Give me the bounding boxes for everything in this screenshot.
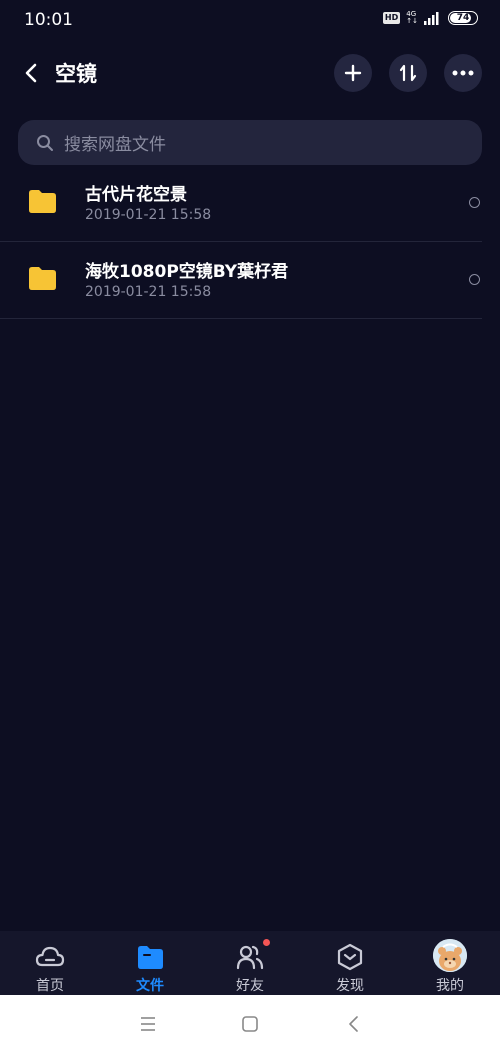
more-icon [452, 70, 474, 76]
file-row[interactable]: 古代片花空景 2019-01-21 15:58 [0, 165, 482, 242]
tab-label: 好友 [236, 978, 264, 994]
file-date: 2019-01-21 15:58 [85, 284, 212, 300]
page-title: 空镜 [55, 62, 97, 86]
avatar [433, 939, 467, 972]
tab-home[interactable]: 首页 [0, 931, 100, 995]
friends-icon [236, 945, 264, 970]
status-indicators: HD 4G ↑↓ 74 [382, 11, 478, 25]
tab-files[interactable]: 文件 [100, 931, 200, 995]
status-bar: 10:01 HD 4G ↑↓ 74 [0, 0, 500, 40]
file-name: 古代片花空景 [85, 185, 187, 205]
back-icon[interactable] [343, 1013, 365, 1035]
more-button[interactable] [444, 54, 482, 92]
tab-label: 首页 [36, 978, 64, 994]
sort-icon [399, 64, 417, 82]
status-time: 10:01 [24, 10, 73, 30]
home-cloud-icon [35, 946, 65, 967]
file-list: 古代片花空景 2019-01-21 15:58 海牧1080P空镜BY葉杍君 2… [0, 165, 500, 319]
avatar-image [433, 939, 467, 972]
folder-icon [138, 946, 163, 969]
sort-button[interactable] [389, 54, 427, 92]
file-row[interactable]: 海牧1080P空镜BY葉杍君 2019-01-21 15:58 [0, 242, 482, 319]
network-label: 4G ↑↓ [406, 11, 418, 25]
tab-profile[interactable]: 我的 [400, 931, 500, 995]
signal-icon [424, 12, 439, 25]
tab-label: 我的 [436, 978, 464, 994]
folder-icon [29, 190, 56, 213]
file-date: 2019-01-21 15:58 [85, 207, 212, 223]
file-name: 海牧1080P空镜BY葉杍君 [85, 262, 289, 282]
header: 空镜 [0, 48, 500, 98]
select-checkbox[interactable] [469, 274, 480, 285]
back-button[interactable] [18, 60, 44, 86]
tab-bar: 首页 文件 好友 发现 我的 [0, 931, 500, 995]
tab-label: 发现 [336, 978, 364, 994]
select-checkbox[interactable] [469, 197, 480, 208]
back-icon [25, 63, 37, 83]
add-button[interactable] [334, 54, 372, 92]
discover-icon [337, 943, 363, 971]
tab-discover[interactable]: 发现 [300, 931, 400, 995]
search-icon [37, 134, 53, 151]
search-input[interactable]: 搜索网盘文件 [18, 120, 482, 165]
battery-text: 74 [456, 13, 470, 23]
tab-label: 文件 [136, 978, 164, 994]
battery-icon: 74 [448, 11, 478, 25]
friends-icon-wrap [235, 939, 270, 972]
menu-icon[interactable] [137, 1013, 159, 1035]
home-icon[interactable] [239, 1013, 261, 1035]
system-nav-bar [0, 995, 500, 1055]
plus-icon [344, 64, 362, 82]
folder-icon [29, 267, 56, 290]
search-placeholder: 搜索网盘文件 [64, 135, 166, 155]
hd-badge: HD [382, 12, 401, 24]
tab-friends[interactable]: 好友 [200, 931, 300, 995]
network-arrows: ↑↓ [406, 17, 418, 25]
notification-dot [263, 939, 270, 946]
